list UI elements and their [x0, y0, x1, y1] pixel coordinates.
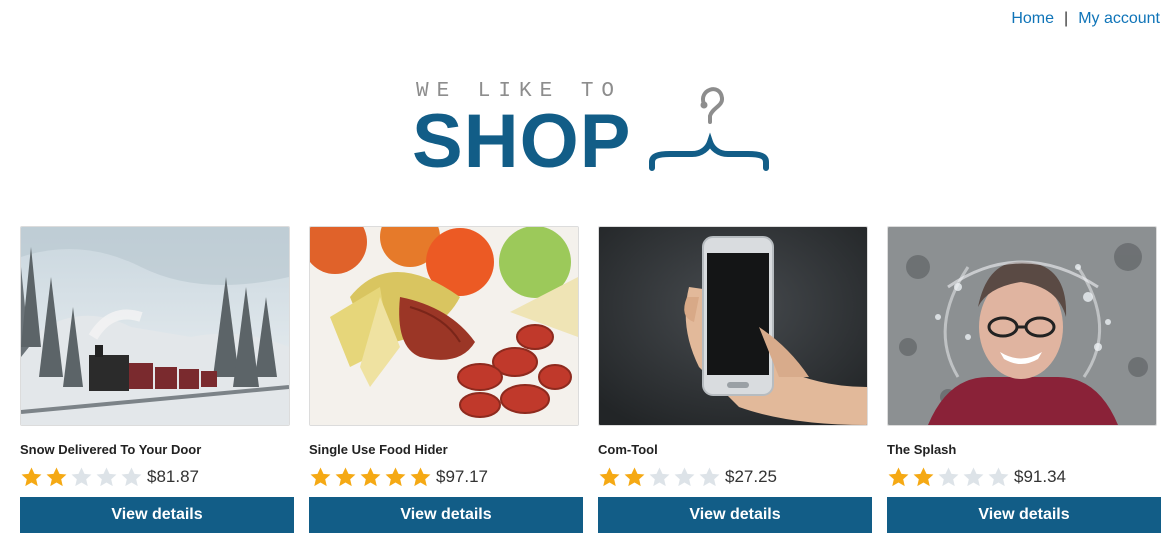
star-filled-icon	[310, 466, 331, 486]
star-filled-icon	[335, 466, 356, 486]
home-link[interactable]: Home	[1011, 10, 1054, 28]
star-filled-icon	[385, 466, 406, 486]
star-filled-icon	[360, 466, 381, 486]
view-details-button[interactable]: View details	[598, 497, 872, 533]
product-price: $91.34	[1014, 467, 1066, 486]
product-card: Com-Tool $27.25 View details	[598, 226, 872, 533]
star-empty-icon	[963, 466, 984, 486]
product-grid: Snow Delivered To Your Door $81.87 View …	[20, 226, 1161, 533]
rating-row: $97.17	[309, 463, 583, 491]
star-empty-icon	[938, 466, 959, 486]
product-price: $27.25	[725, 467, 777, 486]
product-image[interactable]	[887, 226, 1157, 426]
product-price: $97.17	[436, 467, 488, 486]
star-empty-icon	[649, 466, 670, 486]
product-title: The Splash	[887, 442, 957, 457]
product-image[interactable]	[309, 226, 579, 426]
star-filled-icon	[21, 466, 42, 486]
product-card: The Splash $91.34 View details	[887, 226, 1161, 533]
star-filled-icon	[46, 466, 67, 486]
product-image[interactable]	[598, 226, 868, 426]
star-filled-icon	[410, 466, 431, 486]
star-empty-icon	[988, 466, 1009, 486]
star-empty-icon	[674, 466, 695, 486]
star-rating	[887, 466, 1010, 489]
top-navigation: Home | My account	[1011, 10, 1160, 28]
rating-row: $91.34	[887, 463, 1161, 491]
star-filled-icon	[624, 466, 645, 486]
star-empty-icon	[71, 466, 92, 486]
hanger-icon	[649, 87, 769, 171]
star-filled-icon	[913, 466, 934, 486]
star-filled-icon	[888, 466, 909, 486]
view-details-button[interactable]: View details	[20, 497, 294, 533]
product-title: Single Use Food Hider	[309, 442, 448, 457]
logo-wordmark: SHOP	[412, 99, 632, 184]
star-empty-icon	[699, 466, 720, 486]
product-card: Single Use Food Hider $97.17 View detail…	[309, 226, 583, 533]
star-rating	[598, 466, 721, 489]
product-card: Snow Delivered To Your Door $81.87 View …	[20, 226, 294, 533]
star-filled-icon	[599, 466, 620, 486]
star-empty-icon	[96, 466, 117, 486]
star-empty-icon	[121, 466, 142, 486]
product-price: $81.87	[147, 467, 199, 486]
star-rating	[20, 466, 143, 489]
rating-row: $27.25	[598, 463, 872, 491]
product-image[interactable]	[20, 226, 290, 426]
product-title: Snow Delivered To Your Door	[20, 442, 202, 457]
view-details-button[interactable]: View details	[887, 497, 1161, 533]
star-rating	[309, 466, 432, 489]
view-details-button[interactable]: View details	[309, 497, 583, 533]
shop-logo: WE LIKE TO SHOP	[412, 78, 772, 184]
my-account-link[interactable]: My account	[1078, 10, 1160, 28]
rating-row: $81.87	[20, 463, 294, 491]
product-title: Com-Tool	[598, 442, 658, 457]
nav-separator: |	[1064, 10, 1069, 27]
